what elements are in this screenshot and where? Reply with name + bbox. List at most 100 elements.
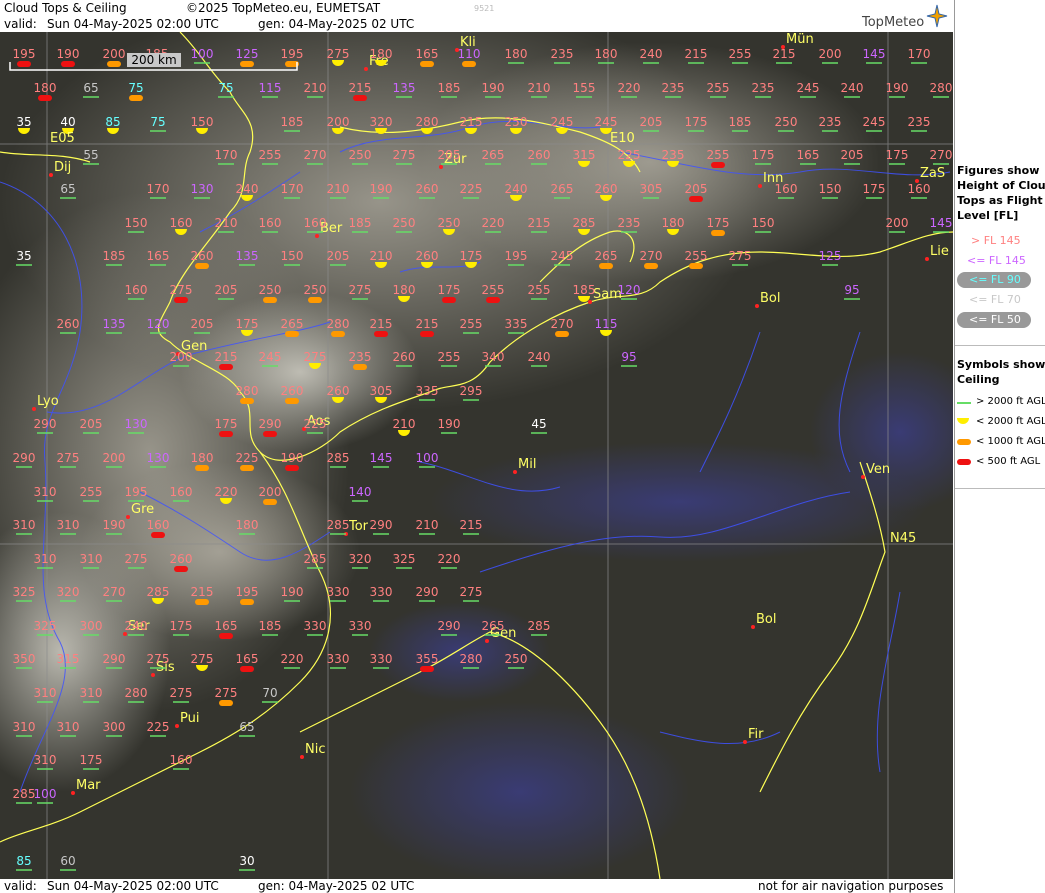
cloud-top-station: 185 <box>349 216 371 233</box>
legend-symbol-gt2000: > 2000 ft AGL <box>976 396 1045 407</box>
scale-bar-label: 200 km <box>131 53 176 67</box>
cloud-top-value: 300 <box>103 720 126 734</box>
cloud-top-station: 335 <box>505 317 528 334</box>
cloud-top-value: 120 <box>618 283 641 297</box>
cloud-top-station: 310 <box>34 485 56 502</box>
cloud-top-value: 285 <box>327 451 350 465</box>
cloud-top-value: 290 <box>103 652 126 666</box>
cloud-top-value: 260 <box>281 384 304 398</box>
cloud-top-station: 145 <box>863 47 885 64</box>
cloud-top-value: 175 <box>460 249 483 263</box>
cloud-top-value: 160 <box>147 518 170 532</box>
city-dot-icon <box>758 184 762 188</box>
cloud-top-station: 200 <box>886 216 908 233</box>
cloud-top-station: 300 <box>80 619 102 636</box>
cloud-top-station: 325 <box>34 619 56 636</box>
cloud-top-value: 175 <box>236 317 259 331</box>
cloud-top-station: 240 <box>125 619 147 636</box>
cloud-top-station: 290 <box>438 619 460 636</box>
ceiling-lt500-icon <box>240 666 254 672</box>
cloud-top-value: 225 <box>304 417 327 431</box>
cloud-top-station: 290 <box>34 417 56 434</box>
cloud-top-value: 335 <box>505 317 528 331</box>
cloud-top-value: 185 <box>729 115 752 129</box>
cloud-top-value: 185 <box>573 283 596 297</box>
cloud-top-station: 255 <box>528 283 551 300</box>
cloud-top-value: 160 <box>170 216 193 230</box>
cloud-top-value: 155 <box>573 81 596 95</box>
cloud-top-value: 195 <box>236 585 259 599</box>
cloud-top-station: 285 <box>327 518 349 535</box>
cloud-top-value: 205 <box>438 148 461 162</box>
city-dot-icon <box>126 515 130 519</box>
cloud-top-value: 275 <box>170 283 193 297</box>
city-dot-icon <box>49 173 53 177</box>
cloud-top-station: 275 <box>349 283 371 300</box>
cloud-top-value: 255 <box>707 148 730 162</box>
legend-divider-bottom <box>955 488 1045 489</box>
cloud-top-value: 260 <box>170 552 193 566</box>
city-dot-icon <box>364 67 368 71</box>
ceiling-lt1000-icon <box>711 230 725 236</box>
cloud-top-value: 235 <box>819 115 842 129</box>
cloud-top-value: 280 <box>460 652 483 666</box>
cloud-top-value: 95 <box>844 283 859 297</box>
cloud-top-value: 290 <box>13 451 36 465</box>
cloud-top-value: 190 <box>370 182 393 196</box>
ceiling-lt1000-icon <box>219 700 233 706</box>
cloud-top-value: 180 <box>191 451 214 465</box>
valid-label: valid: <box>4 17 37 31</box>
footer-bar: valid: Sun 04-May-2025 02:00 UTC gen: 04… <box>0 879 953 893</box>
cloud-top-value: 215 <box>460 518 483 532</box>
ceiling-lt500-icon <box>263 431 277 437</box>
cloud-top-station: 310 <box>80 686 102 703</box>
cloud-top-station: 220 <box>482 216 504 233</box>
cloud-top-value: 305 <box>640 182 663 196</box>
cloud-top-value: 310 <box>57 518 80 532</box>
cloud-top-value: 270 <box>103 585 126 599</box>
cloud-top-value: 215 <box>773 47 796 61</box>
cloud-top-value: 190 <box>281 451 304 465</box>
cloud-top-value: 335 <box>416 384 439 398</box>
cloud-top-value: 265 <box>551 182 574 196</box>
cloud-top-value: 215 <box>528 216 551 230</box>
ceiling-lt1000-icon <box>195 599 209 605</box>
cloud-top-value: 190 <box>57 47 80 61</box>
cloud-top-station: 180 <box>595 47 617 64</box>
cloud-top-station: 330 <box>370 585 392 602</box>
cloud-top-station: 175 <box>685 115 707 132</box>
ceiling-lt1000-icon <box>285 398 299 404</box>
cloud-top-station: 260 <box>57 317 79 334</box>
cloud-top-value: 65 <box>60 182 75 196</box>
cloud-top-value: 170 <box>908 47 931 61</box>
cloud-top-value: 215 <box>191 585 214 599</box>
ceiling-lt500-icon <box>353 95 367 101</box>
cloud-top-value: 215 <box>215 350 238 364</box>
cloud-top-station: 215 <box>773 47 796 64</box>
legend-figures-line2: Height of Cloud <box>957 179 1045 192</box>
cloud-top-station: 250 <box>775 115 798 132</box>
cloud-top-station: 190 <box>370 182 393 199</box>
cloud-top-value: 250 <box>775 115 798 129</box>
cloud-top-station: 210 <box>327 182 349 199</box>
ceiling-lt1000-icon <box>644 263 658 269</box>
cloud-top-value: 45 <box>531 417 546 431</box>
cloud-top-value: 250 <box>304 283 327 297</box>
cloud-top-value: 225 <box>618 148 641 162</box>
footer-generated-time: gen: 04-May-2025 02 UTC <box>258 879 415 893</box>
cloud-top-value: 195 <box>281 47 304 61</box>
cloud-top-value: 255 <box>528 283 551 297</box>
cloud-top-value: 240 <box>841 81 864 95</box>
satellite-map[interactable]: DijFreKliMünZürInnZaSLieBerSamBolGenLyoA… <box>0 32 953 879</box>
cloud-top-station: 245 <box>259 350 281 367</box>
cloud-top-station: 160 <box>259 216 281 233</box>
cloud-top-station: 190 <box>281 585 303 602</box>
cloud-top-station: 335 <box>416 384 439 401</box>
cloud-top-station: 95 <box>844 283 860 300</box>
cloud-top-station: 185 <box>103 249 125 266</box>
cloud-top-station: 215 <box>528 216 551 233</box>
ceiling-lt1000-icon <box>353 364 367 370</box>
ceiling-lt500-icon <box>420 331 434 337</box>
cloud-top-value: 290 <box>370 518 393 532</box>
cloud-top-value: 30 <box>239 854 254 868</box>
